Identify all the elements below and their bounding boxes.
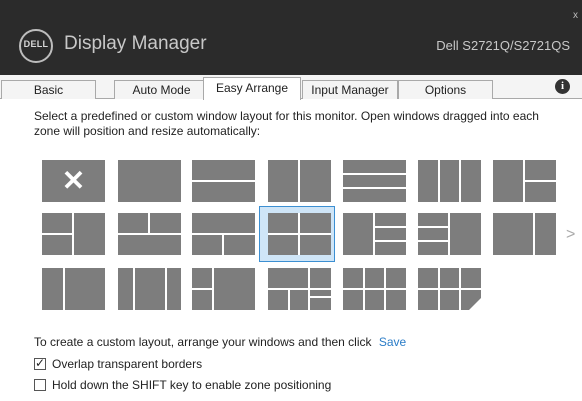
tab-easy-arrange[interactable]: Easy Arrange (203, 77, 301, 100)
layout-tile-three-rows[interactable] (343, 160, 406, 202)
layout-tile-resizable-grid[interactable] (418, 268, 481, 310)
layout-tile-left-three-plus-right[interactable] (418, 213, 481, 255)
layout-tile-wide-left-narrow-right[interactable] (493, 213, 556, 255)
layout-tile-top-plus-bottom-split[interactable] (192, 213, 255, 255)
tab-auto-mode[interactable]: Auto Mode (114, 80, 209, 99)
layout-tile-two-rows[interactable] (192, 160, 255, 202)
tab-input-manager[interactable]: Input Manager (302, 80, 398, 99)
resize-corner-icon (469, 298, 481, 310)
layout-tile-quad[interactable] (268, 213, 331, 255)
next-page-arrow-icon[interactable]: > (566, 226, 575, 244)
layout-tile-custom[interactable]: ✕ (42, 160, 105, 202)
custom-layout-instruction: To create a custom layout, arrange your … (34, 335, 406, 349)
layout-tile-three-columns[interactable] (418, 160, 481, 202)
custom-layout-text: To create a custom layout, arrange your … (34, 335, 372, 349)
tab-options[interactable]: Options (398, 80, 493, 99)
close-icon[interactable]: x (573, 10, 578, 21)
shift-key-checkbox[interactable] (34, 379, 46, 391)
layout-tile-two-columns[interactable] (268, 160, 331, 202)
layout-tile-narrow-left-wide-right[interactable] (42, 268, 105, 310)
checkmark-icon: ✓ (35, 356, 46, 370)
layout-tile-full[interactable] (118, 160, 181, 202)
app-title: Display Manager (64, 33, 207, 54)
overlap-borders-option[interactable]: ✓ Overlap transparent borders (34, 356, 203, 371)
tab-basic[interactable]: Basic (1, 80, 96, 99)
layout-description: Select a predefined or custom window lay… (34, 109, 539, 138)
dell-logo: DELL (19, 29, 53, 63)
layout-tile-top-split-plus-bottom[interactable] (118, 213, 181, 255)
save-link[interactable]: Save (379, 335, 406, 349)
title-bar: DELL Display Manager Dell S2721Q/S2721QS… (0, 0, 582, 75)
layout-tile-left-split-plus-right[interactable] (42, 213, 105, 255)
shift-key-option[interactable]: Hold down the SHIFT key to enable zone p… (34, 378, 331, 392)
shift-key-label: Hold down the SHIFT key to enable zone p… (52, 378, 332, 392)
custom-layout-x-icon: ✕ (61, 165, 86, 196)
tab-bar: Basic Auto Mode Easy Arrange Input Manag… (0, 75, 582, 100)
logo-text: DELL (23, 39, 49, 49)
layout-tile-left-plus-right-split[interactable] (493, 160, 556, 202)
overlap-borders-label: Overlap transparent borders (52, 357, 203, 371)
info-icon[interactable]: i (555, 79, 570, 94)
layout-tile-six-grid[interactable] (343, 268, 406, 310)
layout-tile-center-wide[interactable] (118, 268, 181, 310)
overlap-borders-checkbox[interactable]: ✓ (34, 356, 46, 370)
layout-tile-mixed-grid[interactable] (268, 268, 331, 310)
layout-tile-left-split-right-full[interactable] (192, 268, 255, 310)
monitor-model: Dell S2721Q/S2721QS (436, 38, 570, 53)
layout-tile-left-plus-right-three[interactable] (343, 213, 406, 255)
